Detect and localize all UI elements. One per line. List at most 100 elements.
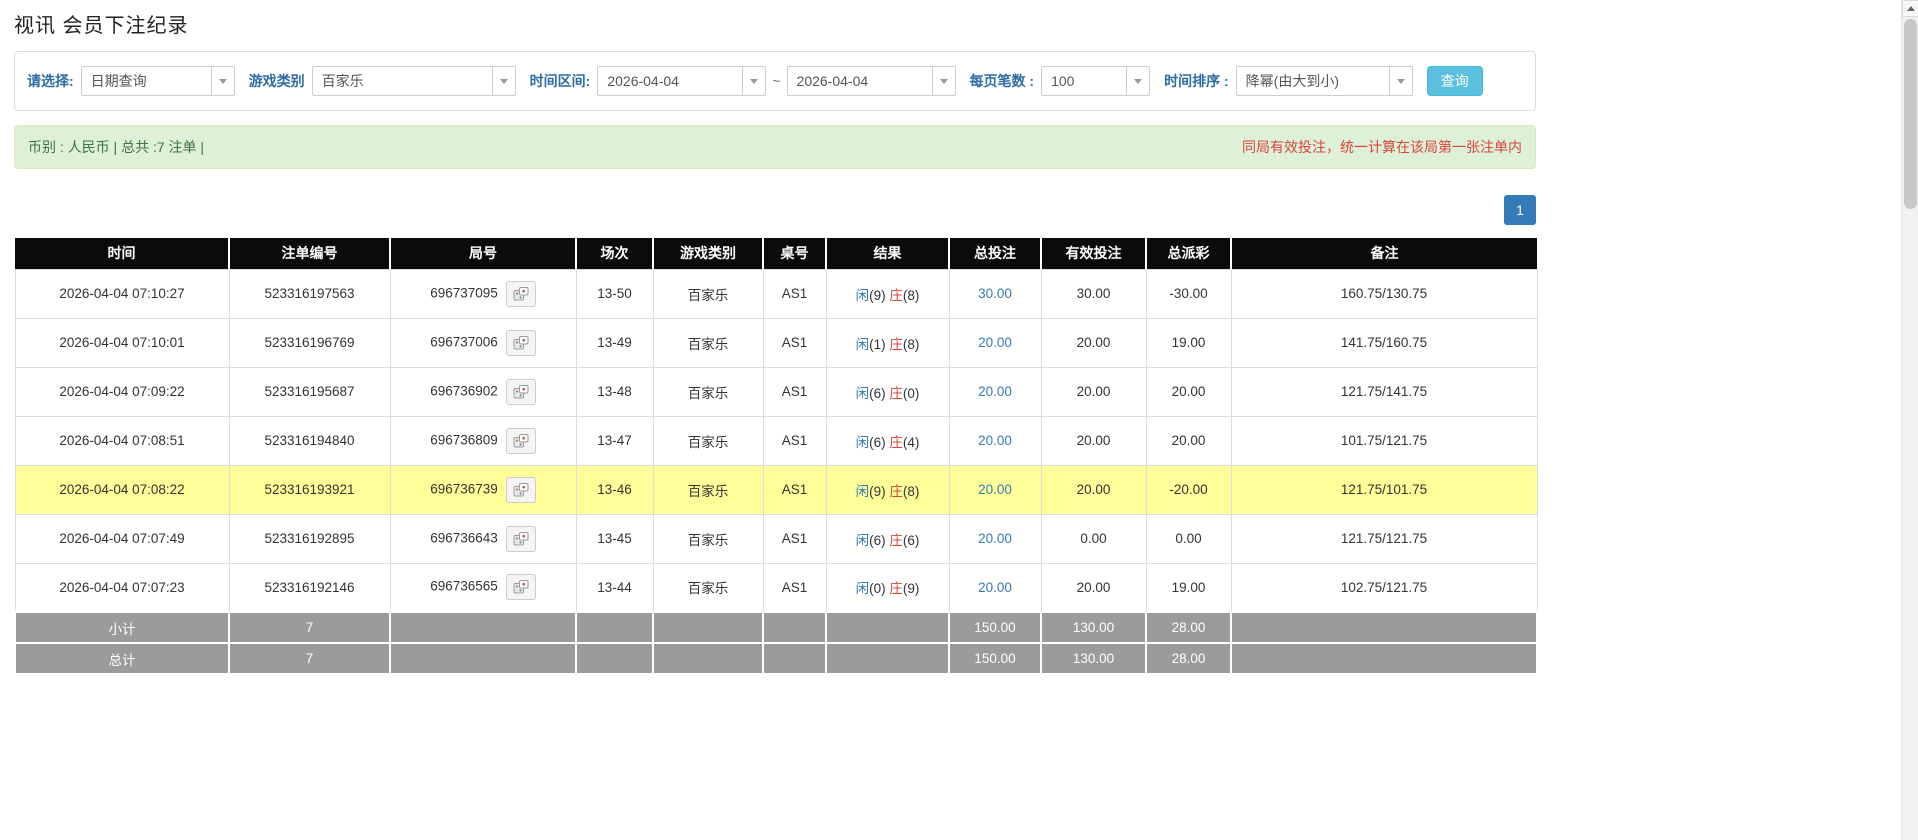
valid-bet: 0.00 [1041, 514, 1146, 563]
chevron-down-icon[interactable] [211, 66, 235, 96]
content: 视讯 会员下注纪录 请选择: 游戏类别 时间区间: ~ 每页笔数 [14, 0, 1536, 675]
query-type-label: 请选择: [27, 71, 74, 91]
round-cell: 696736809 [390, 416, 576, 465]
bet-number: 523316192895 [229, 514, 390, 563]
total-bet-link[interactable]: 20.00 [978, 482, 1012, 497]
sort-order-dropdown[interactable] [1236, 66, 1413, 96]
round-cell: 696737006 [390, 318, 576, 367]
total-bet-link[interactable]: 20.00 [978, 580, 1012, 595]
date-from-input[interactable] [597, 66, 742, 96]
result-player: 闲 [856, 484, 870, 499]
round-number: 696736565 [430, 579, 498, 594]
col-header-result: 结果 [826, 238, 949, 269]
total-bet-link[interactable]: 30.00 [978, 286, 1012, 301]
video-replay-button[interactable] [506, 477, 536, 503]
remark: 160.75/130.75 [1231, 269, 1537, 318]
chevron-down-icon[interactable] [1126, 66, 1150, 96]
result-banker-score: (0) [903, 386, 920, 401]
sort-order-value[interactable] [1236, 66, 1389, 96]
result-player-score: (1) [869, 337, 886, 352]
sort-order-label: 时间排序 : [1164, 71, 1229, 91]
table-number: AS1 [763, 514, 826, 563]
game-type-dropdown[interactable] [312, 66, 516, 96]
scrollbar-thumb[interactable] [1904, 19, 1917, 209]
total-bet-link[interactable]: 20.00 [978, 433, 1012, 448]
col-header-total-bet: 总投注 [949, 238, 1041, 269]
round-cell: 696737095 [390, 269, 576, 318]
total-bet-cell: 20.00 [949, 416, 1041, 465]
summary-row: 总计7150.00130.0028.00 [15, 643, 1537, 674]
round-number: 696736643 [430, 530, 498, 545]
video-replay-button[interactable] [506, 428, 536, 454]
query-type-dropdown[interactable] [81, 66, 235, 96]
total-bet-link[interactable]: 20.00 [978, 384, 1012, 399]
result-banker-score: (8) [903, 337, 920, 352]
page-button-1[interactable]: 1 [1504, 195, 1536, 225]
search-button[interactable]: 查询 [1427, 66, 1483, 96]
summary-session [576, 612, 653, 643]
page-size-dropdown[interactable] [1041, 66, 1150, 96]
result-banker-score: (8) [903, 484, 920, 499]
result-player: 闲 [856, 288, 870, 303]
date-range-separator: ~ [772, 73, 780, 89]
result-banker: 庄 [889, 435, 903, 450]
scrollbar[interactable] [1901, 0, 1918, 840]
result-cell: 闲(6) 庄(6) [826, 514, 949, 563]
col-header-remark: 备注 [1231, 238, 1537, 269]
valid-bet: 20.00 [1041, 318, 1146, 367]
page: 视讯 会员下注纪录 请选择: 游戏类别 时间区间: ~ 每页笔数 [0, 0, 1918, 840]
total-bet-link[interactable]: 20.00 [978, 335, 1012, 350]
result-banker: 庄 [889, 386, 903, 401]
chevron-down-icon[interactable] [1389, 66, 1413, 96]
summary-valid-bet: 130.00 [1041, 643, 1146, 674]
remark: 121.75/141.75 [1231, 367, 1537, 416]
filter-panel: 请选择: 游戏类别 时间区间: ~ 每页笔数 : [14, 51, 1536, 111]
video-replay-button[interactable] [506, 526, 536, 552]
round-number: 696737095 [430, 285, 498, 300]
remark: 101.75/121.75 [1231, 416, 1537, 465]
result-banker: 庄 [889, 288, 903, 303]
session: 13-45 [576, 514, 653, 563]
col-header-payout: 总派彩 [1146, 238, 1231, 269]
total-bet-cell: 20.00 [949, 318, 1041, 367]
table-row: 2026-04-04 07:08:51523316194840696736809… [15, 416, 1537, 465]
summary-total-bet: 150.00 [949, 643, 1041, 674]
date-from-picker[interactable] [597, 66, 766, 96]
valid-bet: 20.00 [1041, 563, 1146, 612]
valid-bet: 30.00 [1041, 269, 1146, 318]
valid-bet: 20.00 [1041, 367, 1146, 416]
result-cell: 闲(1) 庄(8) [826, 318, 949, 367]
game-type-value[interactable] [312, 66, 492, 96]
bet-number: 523316197563 [229, 269, 390, 318]
query-type-value[interactable] [81, 66, 211, 96]
summary-valid-bet: 130.00 [1041, 612, 1146, 643]
chevron-down-icon[interactable] [742, 66, 766, 96]
video-replay-button[interactable] [506, 330, 536, 356]
header-row: 时间 注单编号 局号 场次 游戏类别 桌号 结果 总投注 有效投注 总派彩 备注 [15, 238, 1537, 269]
time-range-label: 时间区间: [530, 71, 591, 91]
bet-records-table: 时间 注单编号 局号 场次 游戏类别 桌号 结果 总投注 有效投注 总派彩 备注… [14, 238, 1538, 675]
chevron-down-icon[interactable] [932, 66, 956, 96]
remark: 121.75/121.75 [1231, 514, 1537, 563]
date-to-picker[interactable] [787, 66, 956, 96]
video-replay-button[interactable] [506, 379, 536, 405]
payout: 19.00 [1146, 563, 1231, 612]
date-to-input[interactable] [787, 66, 932, 96]
total-bet-link[interactable]: 20.00 [978, 531, 1012, 546]
table-row: 2026-04-04 07:10:27523316197563696737095… [15, 269, 1537, 318]
page-size-label: 每页笔数 : [970, 71, 1035, 91]
table-row: 2026-04-04 07:07:23523316192146696736565… [15, 563, 1537, 612]
game-type: 百家乐 [653, 318, 763, 367]
dice-icon [513, 434, 529, 448]
dice-icon [513, 532, 529, 546]
arrow-up-icon[interactable] [1902, 0, 1918, 17]
video-replay-button[interactable] [506, 574, 536, 600]
bet-number: 523316196769 [229, 318, 390, 367]
summary-result [826, 643, 949, 674]
chevron-down-icon[interactable] [492, 66, 516, 96]
video-replay-button[interactable] [506, 281, 536, 307]
col-header-game-type: 游戏类别 [653, 238, 763, 269]
table-number: AS1 [763, 318, 826, 367]
page-size-input[interactable] [1041, 66, 1126, 96]
session: 13-47 [576, 416, 653, 465]
